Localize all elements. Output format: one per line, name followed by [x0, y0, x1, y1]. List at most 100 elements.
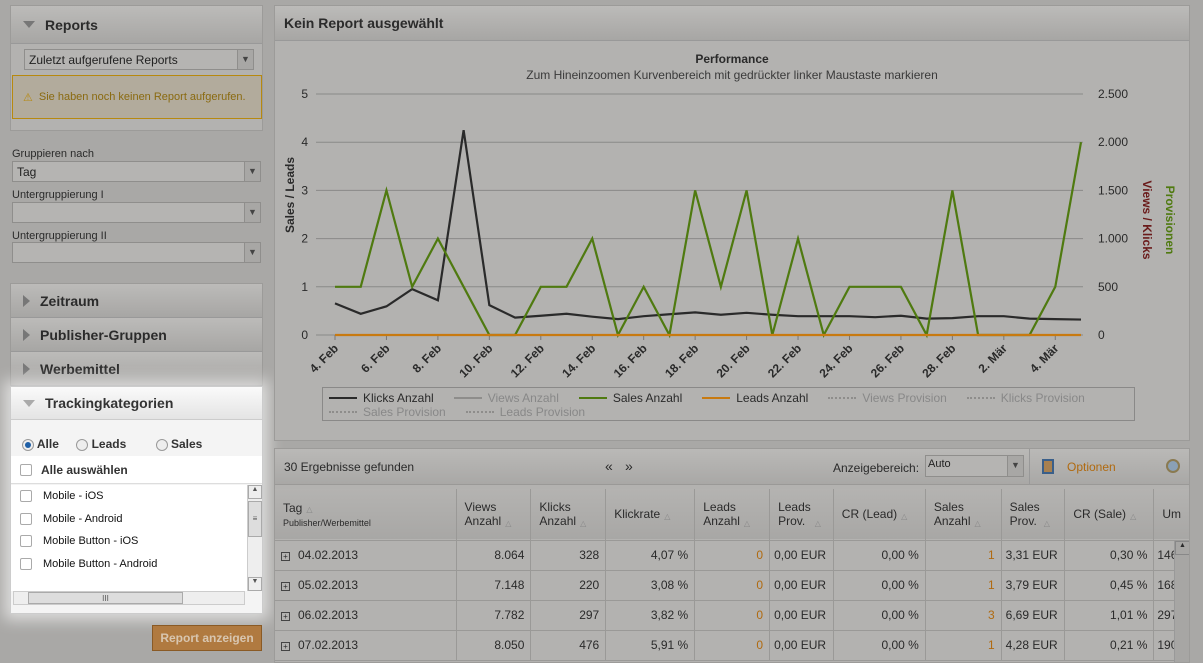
column-header[interactable]: KlicksAnzahl△	[531, 489, 606, 540]
column-header[interactable]: LeadsAnzahl△	[695, 489, 770, 540]
table-row[interactable]: +07.02.20138.0504765,91 %00,00 EUR0,00 %…	[275, 630, 1190, 660]
expand-row-icon[interactable]: +	[281, 552, 290, 561]
y-axis-title-left: Sales / Leads	[283, 157, 297, 233]
column-header[interactable]: SalesProv.△	[1001, 489, 1065, 540]
table-cell: 3,82 %	[606, 600, 695, 630]
column-header[interactable]: SalesAnzahl△	[925, 489, 1001, 540]
radio-leads[interactable]: Leads	[76, 437, 126, 451]
column-title: Klicks	[539, 500, 576, 514]
legend-line-icon	[329, 411, 357, 413]
expand-row-icon[interactable]: +	[281, 582, 290, 591]
legend-item[interactable]: Klicks Provision	[967, 391, 1085, 405]
x-tick-label: 14. Feb	[559, 341, 598, 380]
expand-row-icon[interactable]: +	[281, 642, 290, 651]
sort-icon: △	[975, 519, 981, 528]
column-header[interactable]: ViewsAnzahl△	[456, 489, 531, 540]
y-tick-left: 4	[301, 135, 308, 149]
category-label: Mobile - iOS	[43, 490, 104, 502]
horizontal-scrollbar[interactable]: III	[13, 591, 245, 605]
select-all-checkbox[interactable]: Alle auswählen	[11, 456, 262, 484]
legend-line-icon	[828, 397, 856, 399]
subgroup2-select[interactable]: ▼	[12, 242, 261, 263]
reports-title: Reports	[45, 17, 98, 33]
collapse-icon	[23, 400, 35, 407]
show-report-button[interactable]: Report anzeigen	[152, 625, 262, 651]
radio-sales[interactable]: Sales	[156, 437, 203, 451]
x-tick-label: 4. Feb	[307, 341, 341, 375]
range-label: Anzeigebereich:	[833, 461, 919, 475]
legend-line-icon	[702, 397, 730, 399]
table-cell: 1	[925, 630, 1001, 660]
expand-row-icon[interactable]: +	[281, 612, 290, 621]
category-item[interactable]: Mobile - iOS	[11, 485, 247, 508]
date-cell: 07.02.2013	[298, 638, 358, 652]
prev-page-button[interactable]: «	[605, 458, 613, 474]
tracking-header[interactable]: Trackingkategorien	[11, 387, 262, 420]
radio-label: Leads	[92, 437, 127, 451]
legend-item[interactable]: Leads Anzahl	[702, 391, 808, 405]
table-cell: 1,01 %	[1065, 600, 1154, 630]
legend-label: Sales Provision	[363, 405, 446, 419]
table-row[interactable]: +05.02.20137.1482203,08 %00,00 EUR0,00 %…	[275, 570, 1190, 600]
column-header[interactable]: LeadsProv.△	[770, 489, 834, 540]
options-button[interactable]: Optionen	[1067, 460, 1116, 474]
legend-item[interactable]: Leads Provision	[466, 405, 585, 419]
checkbox[interactable]	[20, 513, 32, 525]
performance-chart[interactable]: 00150021.00031.50042.00052.5004. Feb6. F…	[274, 80, 1190, 425]
category-item[interactable]: Mobile - Android	[11, 508, 247, 531]
vertical-scrollbar[interactable]: ▲ ≡ ▼	[247, 485, 262, 591]
sort-icon: △	[744, 519, 750, 528]
legend-label: Leads Provision	[500, 405, 585, 419]
subgroup1-select[interactable]: ▼	[12, 202, 261, 223]
table-cell: 8.064	[456, 540, 531, 570]
column-subtitle: Anzahl	[703, 514, 740, 528]
radio-alle[interactable]: Alle	[22, 437, 59, 451]
options-icon	[1042, 459, 1054, 474]
range-select[interactable]: Auto▼	[925, 455, 1024, 477]
group-by-label: Gruppieren nach	[12, 148, 94, 160]
legend-line-icon	[466, 411, 494, 413]
table-cell: +05.02.2013	[275, 570, 456, 600]
table-cell: 3,31 EUR	[1001, 540, 1065, 570]
x-tick-label: 26. Feb	[868, 341, 907, 380]
category-item[interactable]: Mobile Button - iOS	[11, 530, 247, 553]
recent-reports-select[interactable]: Zuletzt aufgerufene Reports▼	[24, 49, 254, 70]
table-row[interactable]: +04.02.20138.0643284,07 %00,00 EUR0,00 %…	[275, 540, 1190, 570]
checkbox[interactable]	[20, 558, 32, 570]
column-title: Um	[1162, 507, 1181, 521]
column-header[interactable]: CR (Sale)△	[1065, 489, 1154, 540]
legend-item[interactable]: Sales Anzahl	[579, 391, 682, 405]
subgroup2-label: Untergruppierung II	[12, 230, 107, 242]
legend-item[interactable]: Views Provision	[828, 391, 946, 405]
legend-item[interactable]: Klicks Anzahl	[329, 391, 434, 405]
category-item[interactable]: Mobile Button - Android	[11, 553, 247, 576]
chevron-down-icon: ▼	[244, 243, 260, 262]
column-header[interactable]: Tag△Publisher/Werbemittel	[275, 489, 456, 540]
results-count: 30 Ergebnisse gefunden	[284, 460, 414, 474]
table-scrollbar[interactable]: ▲	[1174, 541, 1190, 663]
category-label: Mobile Button - Android	[43, 558, 157, 570]
checkbox[interactable]	[20, 490, 32, 502]
column-subtitle: Anzahl	[539, 514, 576, 528]
section-werbemittel[interactable]: Werbemittel	[11, 352, 262, 386]
column-header[interactable]: Klickrate△	[606, 489, 695, 540]
next-page-button[interactable]: »	[625, 458, 633, 474]
section-zeitraum[interactable]: Zeitraum	[11, 284, 262, 318]
section-publisher-gruppen[interactable]: Publisher-Gruppen	[11, 318, 262, 352]
column-header[interactable]: CR (Lead)△	[833, 489, 925, 540]
table-cell: 0,00 %	[833, 540, 925, 570]
collapse-icon	[23, 21, 35, 28]
legend-item[interactable]: Views Anzahl	[454, 391, 559, 405]
report-table: Tag△Publisher/WerbemittelViewsAnzahl△Kli…	[275, 489, 1190, 661]
table-cell: 8.050	[456, 630, 531, 660]
group-by-select[interactable]: Tag▼	[12, 161, 261, 182]
column-header[interactable]: Um	[1154, 489, 1190, 540]
checkbox[interactable]	[20, 535, 32, 547]
reports-header[interactable]: Reports	[11, 6, 262, 44]
legend-item[interactable]: Sales Provision	[329, 405, 446, 419]
clock-icon[interactable]	[1166, 459, 1180, 473]
table-cell: 0	[695, 630, 770, 660]
expand-icon	[23, 295, 30, 307]
table-row[interactable]: +06.02.20137.7822973,82 %00,00 EUR0,00 %…	[275, 600, 1190, 630]
column-subtitle: Prov.	[778, 514, 811, 528]
